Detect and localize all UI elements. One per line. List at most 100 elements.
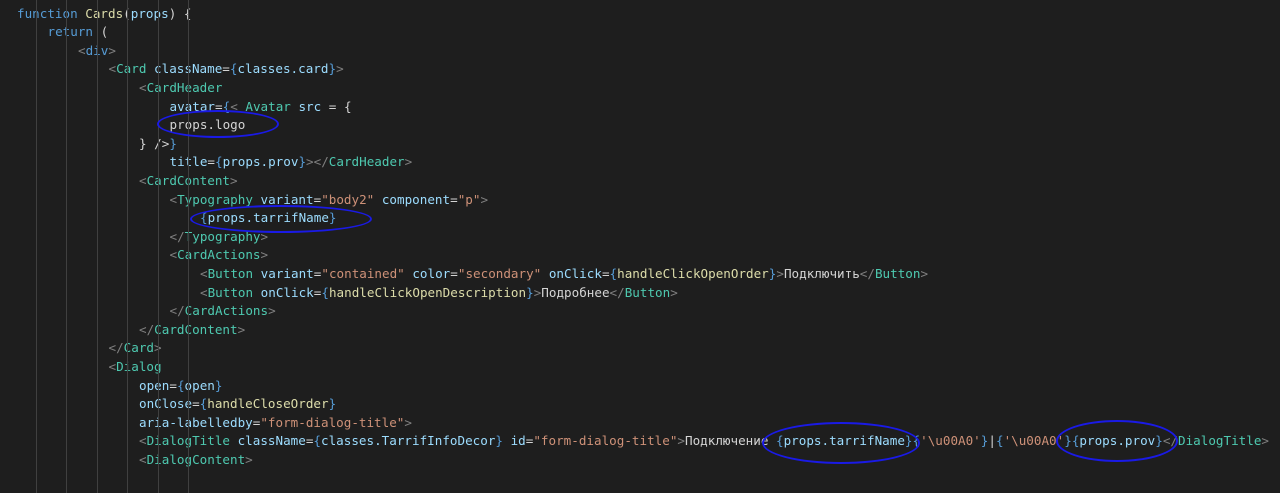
code-token: < [139,433,147,449]
code-token: "secondary" [457,265,542,281]
code-token: Button [874,265,921,281]
code-token: } [169,135,177,151]
indent-guide [127,0,128,493]
code-token: { [200,210,208,226]
indent-guide [35,0,37,493]
code-token: } /> [139,135,170,151]
code-token: = [450,265,458,281]
code-token: { [776,433,784,449]
code-token: < [78,42,86,58]
indent-guide [188,0,189,493]
code-line[interactable]: title={props.prov}></CardHeader> [170,153,413,172]
code-token: Card [123,340,155,356]
code-token: = [222,61,230,77]
code-token: } [526,284,534,300]
code-token: DialogTitle [1178,433,1262,449]
code-token: > [268,303,276,319]
code-token: CardActions [177,247,261,263]
code-token: > [776,265,784,281]
code-token: { [609,265,618,281]
code-line[interactable]: {props.tarrifName} [200,209,337,228]
code-token: open [184,377,215,393]
code-line[interactable]: aria-labelledby="form-dialog-title"> [139,414,412,433]
code-token: } [1064,433,1072,449]
code-token: classes.TarrifInfoDecor [321,433,496,449]
code-line[interactable]: open={open} [139,377,222,396]
code-line[interactable]: </CardContent> [139,321,245,340]
code-token: "form-dialog-title" [533,433,678,449]
code-token: < [139,451,147,467]
code-token: < [169,247,178,263]
code-token: < [139,79,147,95]
code-token: > [920,265,929,281]
code-token: > [230,172,238,188]
code-line[interactable]: onClose={handleCloseOrder} [139,395,336,414]
code-line[interactable]: <Card className={classes.card}> [109,60,344,79]
code-line[interactable]: </Card> [109,339,162,358]
code-line[interactable]: <CardActions> [170,246,269,265]
code-token: = [215,98,223,114]
code-token: </ [169,228,185,244]
code-token: props.tarrifName [207,210,329,226]
code-token: variant [253,265,314,281]
code-token: CardContent [154,321,238,337]
code-token: Подключить [783,265,860,281]
code-line[interactable]: <DialogTitle className={classes.TarrifIn… [139,432,1269,451]
code-token: "body2" [321,191,375,207]
code-token: CardHeader [328,154,405,170]
code-token: > [677,433,685,449]
code-token: "p" [457,191,481,207]
code-token: } [328,210,337,226]
code-token: </ [859,265,875,281]
code-token: Typography [184,228,261,244]
code-line[interactable]: </Typography> [170,228,269,247]
code-token: { [912,433,921,449]
code-line[interactable]: <Button onClick={handleClickOpenDescript… [200,284,678,303]
code-token: { [176,377,185,393]
code-token: Button [207,284,254,300]
code-line[interactable]: <DialogContent> [139,451,253,470]
code-token: } [328,396,337,412]
code-token: props.tarrifName [783,433,905,449]
code-line[interactable]: return ( [48,23,109,42]
code-line[interactable]: <Typography variant="body2" component="p… [170,191,489,210]
code-token: > [260,247,269,263]
code-token: < [200,284,208,300]
code-line[interactable]: <Dialog [109,358,162,377]
code-token: Dialog [116,358,162,374]
code-token: props.logo [169,117,246,133]
code-editor[interactable]: function Cards(props) {return (<div><Car… [0,0,1280,493]
code-line[interactable]: </CardActions> [170,302,276,321]
code-line[interactable]: avatar={< Avatar src = { [170,98,352,117]
code-token: { [995,433,1004,449]
code-token: CardActions [184,303,269,319]
code-line[interactable]: <CardHeader [139,79,222,98]
code-token: props.prov [1079,433,1156,449]
code-token: < [139,172,147,188]
code-token: { [313,433,322,449]
code-token: < [230,98,246,114]
code-token: = [207,154,216,170]
code-token: < [108,61,117,77]
code-line[interactable]: <Button variant="contained" color="secon… [200,265,928,284]
code-token: ( [93,24,109,40]
code-token: "contained" [321,265,405,281]
code-token: > [404,414,412,430]
code-token: } [495,433,503,449]
code-line[interactable]: function Cards(props) { [17,5,191,24]
code-token: avatar [169,98,216,114]
code-token: > [237,321,246,337]
code-token: < [200,265,208,281]
code-token: Button [207,265,254,281]
code-token: Подключение [685,433,776,449]
code-token: = [169,377,177,393]
code-token: Подробнее [541,284,610,300]
code-token: { [215,154,223,170]
code-token: handleClickOpenDescription [328,284,527,300]
code-line[interactable]: props.logo [170,116,246,135]
code-token: | [988,433,996,449]
code-token: '\u00A0' [1003,433,1065,449]
code-token: > [336,61,344,77]
indent-guide [66,0,67,493]
